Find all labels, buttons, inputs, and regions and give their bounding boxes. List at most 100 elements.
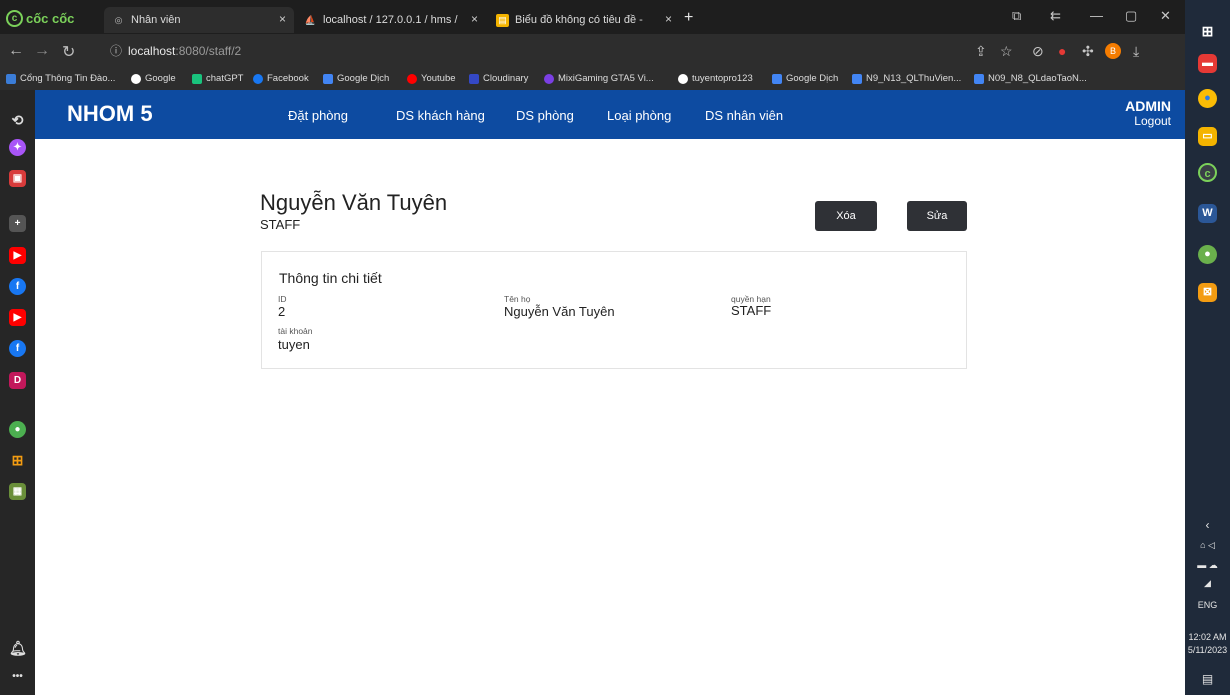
- file-explorer-icon[interactable]: ▭: [1198, 127, 1217, 146]
- new-tab-button[interactable]: +: [684, 9, 693, 27]
- bookmark-label: N9_N13_QLThuVien...: [866, 73, 962, 84]
- tab-label: localhost / 127.0.0.1 / hms /: [323, 14, 458, 26]
- game-icon[interactable]: ●: [9, 421, 26, 438]
- minimize-icon[interactable]: —: [1090, 8, 1103, 23]
- bookmark-item[interactable]: chatGPT: [192, 73, 244, 84]
- minecraft-icon[interactable]: ▦: [9, 483, 26, 500]
- tab-phpmyadmin[interactable]: ⛵ localhost / 127.0.0.1 / hms / ×: [296, 7, 486, 33]
- share-icon[interactable]: ⇪: [975, 43, 987, 60]
- coccoc-logo[interactable]: c cốc cốc: [6, 8, 74, 28]
- close-tab-icon[interactable]: ×: [471, 12, 478, 26]
- word-icon[interactable]: W: [1198, 204, 1217, 223]
- delete-button[interactable]: Xóa: [815, 201, 877, 231]
- bookmark-label: chatGPT: [206, 73, 244, 84]
- bookmark-item[interactable]: Cloudinary: [469, 73, 528, 84]
- reload-icon[interactable]: ↻: [62, 42, 75, 62]
- site-info-icon[interactable]: ⓘ: [110, 44, 122, 58]
- nav-room-types[interactable]: Loại phòng: [607, 108, 671, 123]
- address-row: ← → ↻ ⓘ localhost:8080/staff/2 ⇪ ☆ ⊘ ● ✣ …: [0, 34, 1185, 68]
- youtube-icon[interactable]: ▶: [9, 309, 26, 326]
- extensions-icon[interactable]: ✣: [1082, 43, 1094, 60]
- close-tab-icon[interactable]: ×: [279, 12, 286, 26]
- bookmark-item[interactable]: Facebook: [253, 73, 309, 84]
- back-icon[interactable]: ←: [8, 42, 24, 60]
- browser-sidebar: ⟲ ✦ ▣ + ▶ f ▶ f D ● ⊞ ▦ 🔔︎ •••: [0, 90, 35, 695]
- fullname-label: Tên họ: [504, 294, 531, 304]
- translate-icon: [323, 73, 333, 84]
- clock-date[interactable]: 5/11/2023: [1185, 645, 1230, 655]
- app-orange-icon[interactable]: ⊠: [1198, 283, 1217, 302]
- browser-window: c cốc cốc ◎ Nhân viên × ⛵ localhost / 127…: [0, 0, 1185, 695]
- shop-icon[interactable]: ⊞: [9, 452, 26, 469]
- nav-customers[interactable]: DS khách hàng: [396, 108, 485, 123]
- bookmark-item[interactable]: Cổng Thông Tin Đào...: [6, 73, 115, 84]
- tab-staff[interactable]: ◎ Nhân viên ×: [104, 7, 294, 33]
- language-indicator[interactable]: ENG: [1185, 600, 1230, 610]
- app-green-icon[interactable]: ●: [1198, 245, 1217, 264]
- battery-cloud-icon[interactable]: ▬ ☁: [1185, 560, 1230, 571]
- bookmark-item[interactable]: tuyentopro123: [678, 73, 753, 84]
- bookmark-item[interactable]: N09_N8_QLdaoTaoN...: [974, 73, 1087, 84]
- notifications-icon[interactable]: ▤: [1185, 672, 1230, 686]
- youtube-icon[interactable]: ▶: [9, 247, 26, 264]
- bookmark-item[interactable]: Google Dịch: [323, 73, 389, 84]
- bookmark-item[interactable]: MixiGaming GTA5 Vi...: [544, 73, 654, 84]
- app-brand[interactable]: NHOM 5: [67, 101, 153, 127]
- bookmark-label: Google Dịch: [337, 73, 390, 84]
- show-hidden-icons[interactable]: ‹: [1185, 518, 1230, 532]
- adblock-icon[interactable]: ⊘: [1032, 43, 1044, 60]
- more-icon[interactable]: •••: [9, 668, 26, 685]
- nav-staff[interactable]: DS nhân viên: [705, 108, 783, 123]
- account-label: tài khoản: [278, 326, 313, 336]
- bookmark-label: MixiGaming GTA5 Vi...: [558, 73, 654, 84]
- facebook-icon[interactable]: f: [9, 278, 26, 295]
- windows-start-icon[interactable]: ⊞: [1198, 22, 1217, 41]
- download-icon[interactable]: ⤓: [1133, 43, 1139, 60]
- maximize-icon[interactable]: ▢: [1125, 8, 1137, 24]
- nav-booking[interactable]: Đặt phòng: [288, 108, 348, 123]
- bookmarks-bar: Cổng Thông Tin Đào... Google chatGPT Fac…: [0, 68, 1185, 91]
- add-icon[interactable]: +: [9, 215, 26, 232]
- bookmark-item[interactable]: Youtube: [407, 73, 456, 84]
- bookmark-label: Google Dịch: [786, 73, 839, 84]
- bookmark-item[interactable]: Google Dịch: [772, 73, 838, 84]
- bookmark-star-icon[interactable]: ☆: [1000, 43, 1013, 60]
- staff-name: Nguyễn Văn Tuyên: [260, 190, 448, 215]
- history-icon[interactable]: ⟲: [9, 112, 26, 129]
- close-window-icon[interactable]: ✕: [1160, 8, 1171, 24]
- tab-search-icon[interactable]: ⧉: [1012, 8, 1021, 24]
- coccoc-icon[interactable]: c: [1198, 163, 1217, 182]
- profile-avatar[interactable]: B: [1105, 43, 1121, 59]
- close-tab-icon[interactable]: ×: [665, 12, 672, 26]
- docs-icon: [852, 73, 862, 84]
- bookmark-label: Facebook: [267, 73, 309, 84]
- docs-icon: [974, 73, 984, 84]
- tab-bar: c cốc cốc ◎ Nhân viên × ⛵ localhost / 127…: [0, 0, 1185, 34]
- browser-brand: cốc cốc: [26, 10, 75, 26]
- wifi-icon[interactable]: ◢: [1185, 578, 1230, 589]
- clock-time[interactable]: 12:02 AM: [1185, 632, 1230, 642]
- facebook-icon[interactable]: f: [9, 340, 26, 357]
- forward-icon[interactable]: →: [34, 42, 50, 60]
- network-volume-icon[interactable]: ⌂ ◁: [1185, 540, 1230, 551]
- bookmark-label: Cloudinary: [483, 73, 529, 84]
- app-d-icon[interactable]: D: [9, 372, 26, 389]
- chrome-icon[interactable]: ●: [1198, 89, 1217, 108]
- tab-chart[interactable]: ▤ Biểu đồ không có tiêu đề - ×: [488, 7, 680, 33]
- chatgpt-icon: [192, 73, 202, 84]
- logout-link[interactable]: Logout: [1125, 114, 1171, 128]
- app-icon[interactable]: ▬: [1198, 54, 1217, 73]
- edit-button[interactable]: Sửa: [907, 201, 967, 231]
- username: ADMIN: [1125, 98, 1171, 114]
- app-icon[interactable]: ▣: [9, 170, 26, 187]
- bookmark-item[interactable]: N9_N13_QLThuVien...: [852, 73, 961, 84]
- sidebar-toggle-icon[interactable]: ⇇: [1050, 8, 1061, 24]
- address-bar[interactable]: ⓘ localhost:8080/staff/2: [110, 39, 970, 63]
- bookmark-item[interactable]: Google: [131, 73, 176, 84]
- id-label: ID: [278, 294, 287, 304]
- record-icon[interactable]: ●: [1058, 43, 1066, 59]
- bell-icon[interactable]: 🔔︎: [9, 640, 27, 657]
- messenger-icon[interactable]: ✦: [9, 139, 26, 156]
- bookmark-label: Cổng Thông Tin Đào...: [20, 73, 116, 84]
- nav-rooms[interactable]: DS phòng: [516, 108, 574, 123]
